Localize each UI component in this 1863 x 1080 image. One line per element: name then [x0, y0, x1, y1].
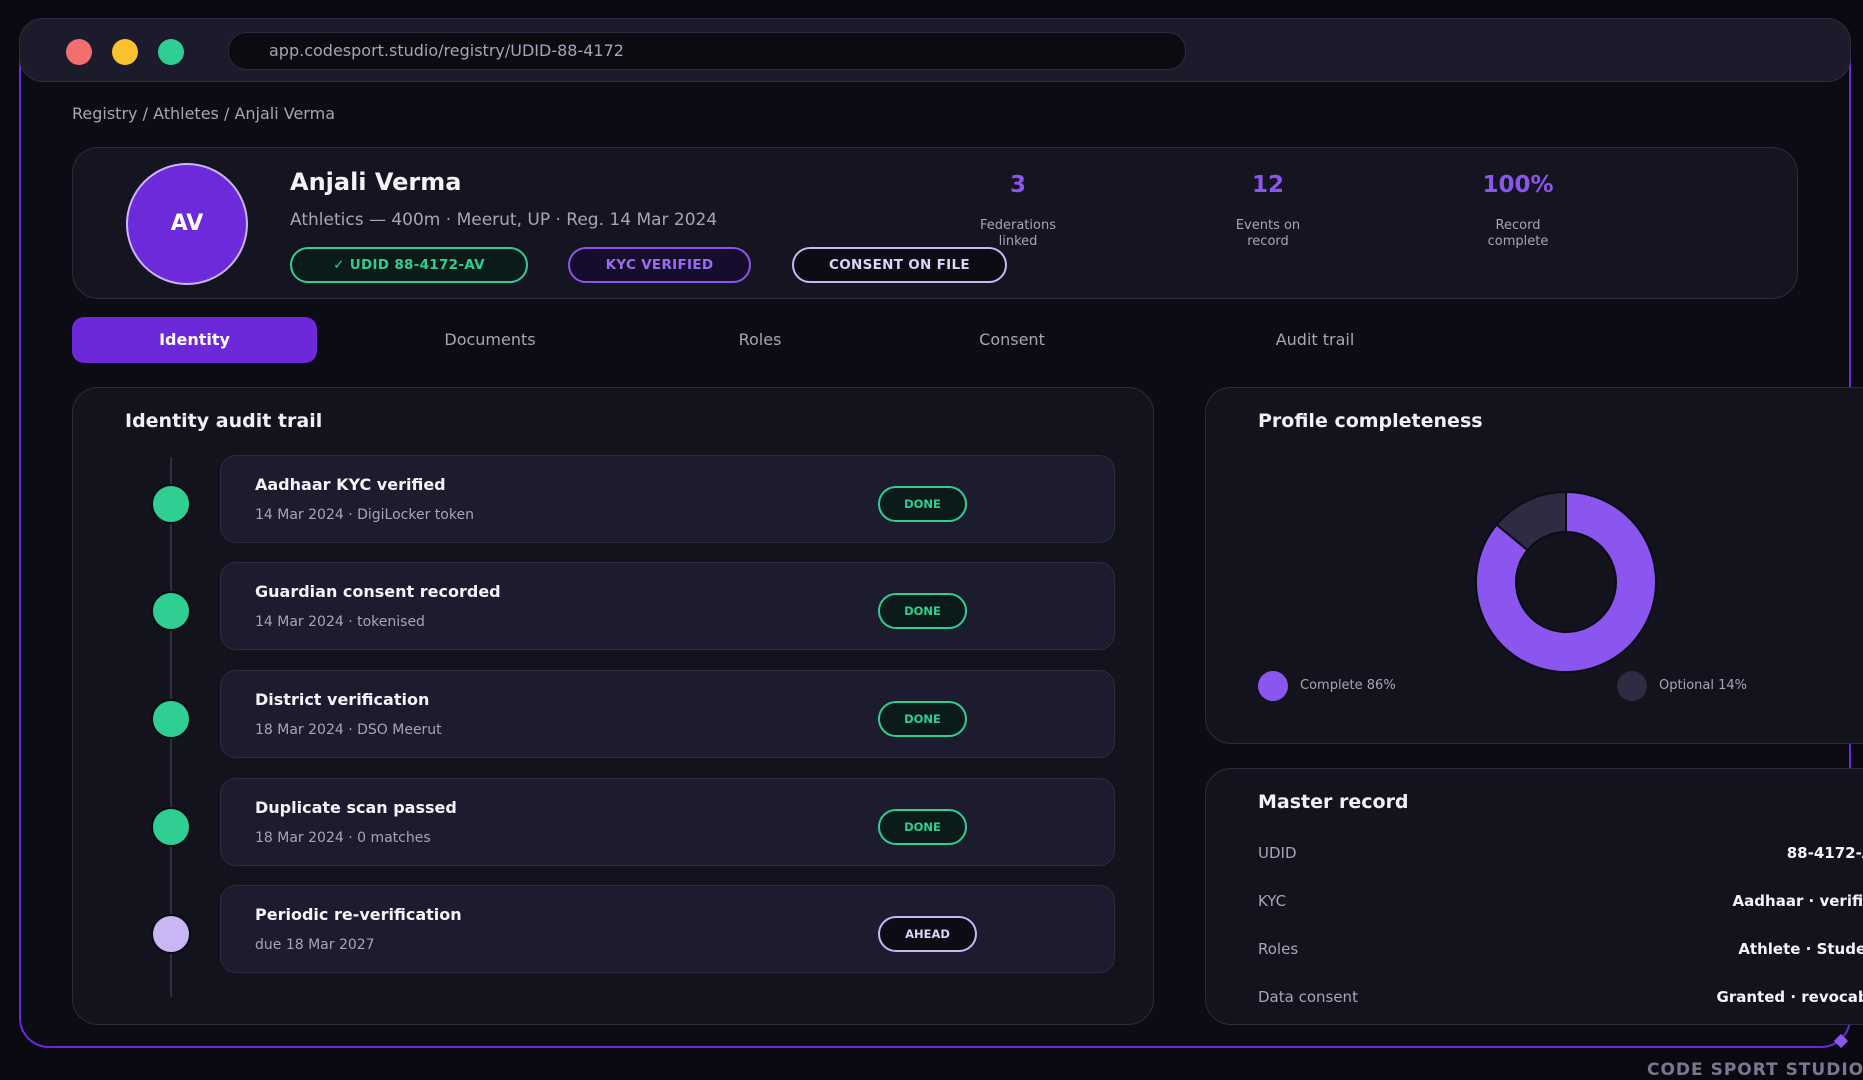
stat-federations: 3 Federations linked	[918, 172, 1118, 250]
breadcrumb: Registry / Athletes / Anjali Verma	[72, 104, 335, 123]
event-title: Duplicate scan passed	[255, 798, 457, 817]
record-label-roles: Roles	[1258, 940, 1299, 958]
profile-completeness-panel: Profile completeness Complete 86% Option…	[1205, 387, 1863, 744]
legend-swatch-complete	[1258, 671, 1288, 701]
stat-value: 12	[1251, 172, 1284, 198]
udid-badge: ✓ UDID 88-4172-AV	[290, 247, 528, 283]
stat-value: 100%	[1482, 172, 1554, 198]
tab-documents[interactable]: Documents	[420, 317, 560, 363]
record-label-kyc: KYC	[1258, 892, 1287, 910]
event-detail: 14 Mar 2024 · tokenised	[255, 614, 425, 630]
tab-identity[interactable]: Identity	[72, 317, 317, 363]
legend-label-complete: Complete 86%	[1300, 678, 1396, 693]
record-value-roles: Athlete · Student	[1738, 940, 1863, 958]
status-badge: DONE	[878, 809, 967, 845]
browser-titlebar: app.codesport.studio/registry/UDID-88-41…	[19, 18, 1851, 82]
status-badge: DONE	[878, 486, 967, 522]
consent-badge: CONSENT ON FILE	[792, 247, 1007, 283]
event-detail: 18 Mar 2024 · 0 matches	[255, 830, 431, 846]
athlete-subtitle: Athletics — 400m · Meerut, UP · Reg. 14 …	[290, 210, 718, 230]
tab-roles[interactable]: Roles	[700, 317, 820, 363]
completeness-donut	[1475, 490, 1657, 673]
maximize-window-button[interactable]	[158, 39, 184, 65]
address-bar[interactable]: app.codesport.studio/registry/UDID-88-41…	[228, 32, 1186, 70]
timeline-dot	[151, 914, 191, 954]
stat-label: Record complete	[1487, 218, 1549, 249]
audit-event[interactable]: Aadhaar KYC verified 14 Mar 2024 · DigiL…	[220, 455, 1115, 543]
avatar: AV	[126, 163, 248, 285]
panel-title: Profile completeness	[1258, 410, 1483, 432]
footer-brand: CODE SPORT STUDIO	[1647, 1060, 1863, 1080]
tab-audit-trail[interactable]: Audit trail	[1245, 317, 1385, 363]
minimize-window-button[interactable]	[112, 39, 138, 65]
record-label-consent: Data consent	[1258, 988, 1358, 1006]
stat-value: 3	[1009, 172, 1026, 198]
event-title: Aadhaar KYC verified	[255, 475, 446, 494]
kyc-badge: KYC VERIFIED	[568, 247, 751, 283]
status-badge: AHEAD	[878, 916, 977, 952]
record-value-udid: 88-4172-AV	[1786, 844, 1863, 862]
legend-swatch-optional	[1617, 671, 1647, 701]
legend-label-optional: Optional 14%	[1659, 678, 1747, 693]
timeline-dot	[151, 591, 191, 631]
stat-label: Federations linked	[979, 218, 1056, 249]
event-title: Guardian consent recorded	[255, 582, 501, 601]
panel-title: Master record	[1258, 791, 1409, 813]
event-title: Periodic re-verification	[255, 905, 462, 924]
audit-event[interactable]: Duplicate scan passed 18 Mar 2024 · 0 ma…	[220, 778, 1115, 866]
close-window-button[interactable]	[66, 39, 92, 65]
status-badge: DONE	[878, 593, 967, 629]
record-label-udid: UDID	[1258, 844, 1297, 862]
identity-audit-panel: Identity audit trail Aadhaar KYC verifie…	[72, 387, 1154, 1025]
stat-label: Events on record	[1235, 218, 1301, 249]
audit-event[interactable]: Periodic re-verification due 18 Mar 2027…	[220, 885, 1115, 973]
timeline-dot	[151, 699, 191, 739]
event-detail: 14 Mar 2024 · DigiLocker token	[255, 507, 474, 523]
timeline-dot	[151, 484, 191, 524]
stat-record: 100% Record complete	[1418, 172, 1618, 250]
record-value-kyc: Aadhaar · verified	[1732, 892, 1863, 910]
stat-events: 12 Events on record	[1168, 172, 1368, 250]
event-detail: 18 Mar 2024 · DSO Meerut	[255, 722, 442, 738]
audit-event[interactable]: Guardian consent recorded 14 Mar 2024 · …	[220, 562, 1115, 650]
audit-event[interactable]: District verification 18 Mar 2024 · DSO …	[220, 670, 1115, 758]
profile-header-card: AV Anjali Verma Athletics — 400m · Meeru…	[72, 147, 1798, 299]
athlete-name: Anjali Verma	[290, 168, 462, 196]
status-badge: DONE	[878, 701, 967, 737]
record-value-consent: Granted · revocable	[1716, 988, 1863, 1006]
tab-consent[interactable]: Consent	[950, 317, 1074, 363]
event-detail: due 18 Mar 2027	[255, 937, 375, 953]
timeline-dot	[151, 807, 191, 847]
master-record-panel: Master record UDID 88-4172-AV KYC Aadhaa…	[1205, 768, 1863, 1025]
event-title: District verification	[255, 690, 430, 709]
panel-title: Identity audit trail	[125, 410, 323, 432]
